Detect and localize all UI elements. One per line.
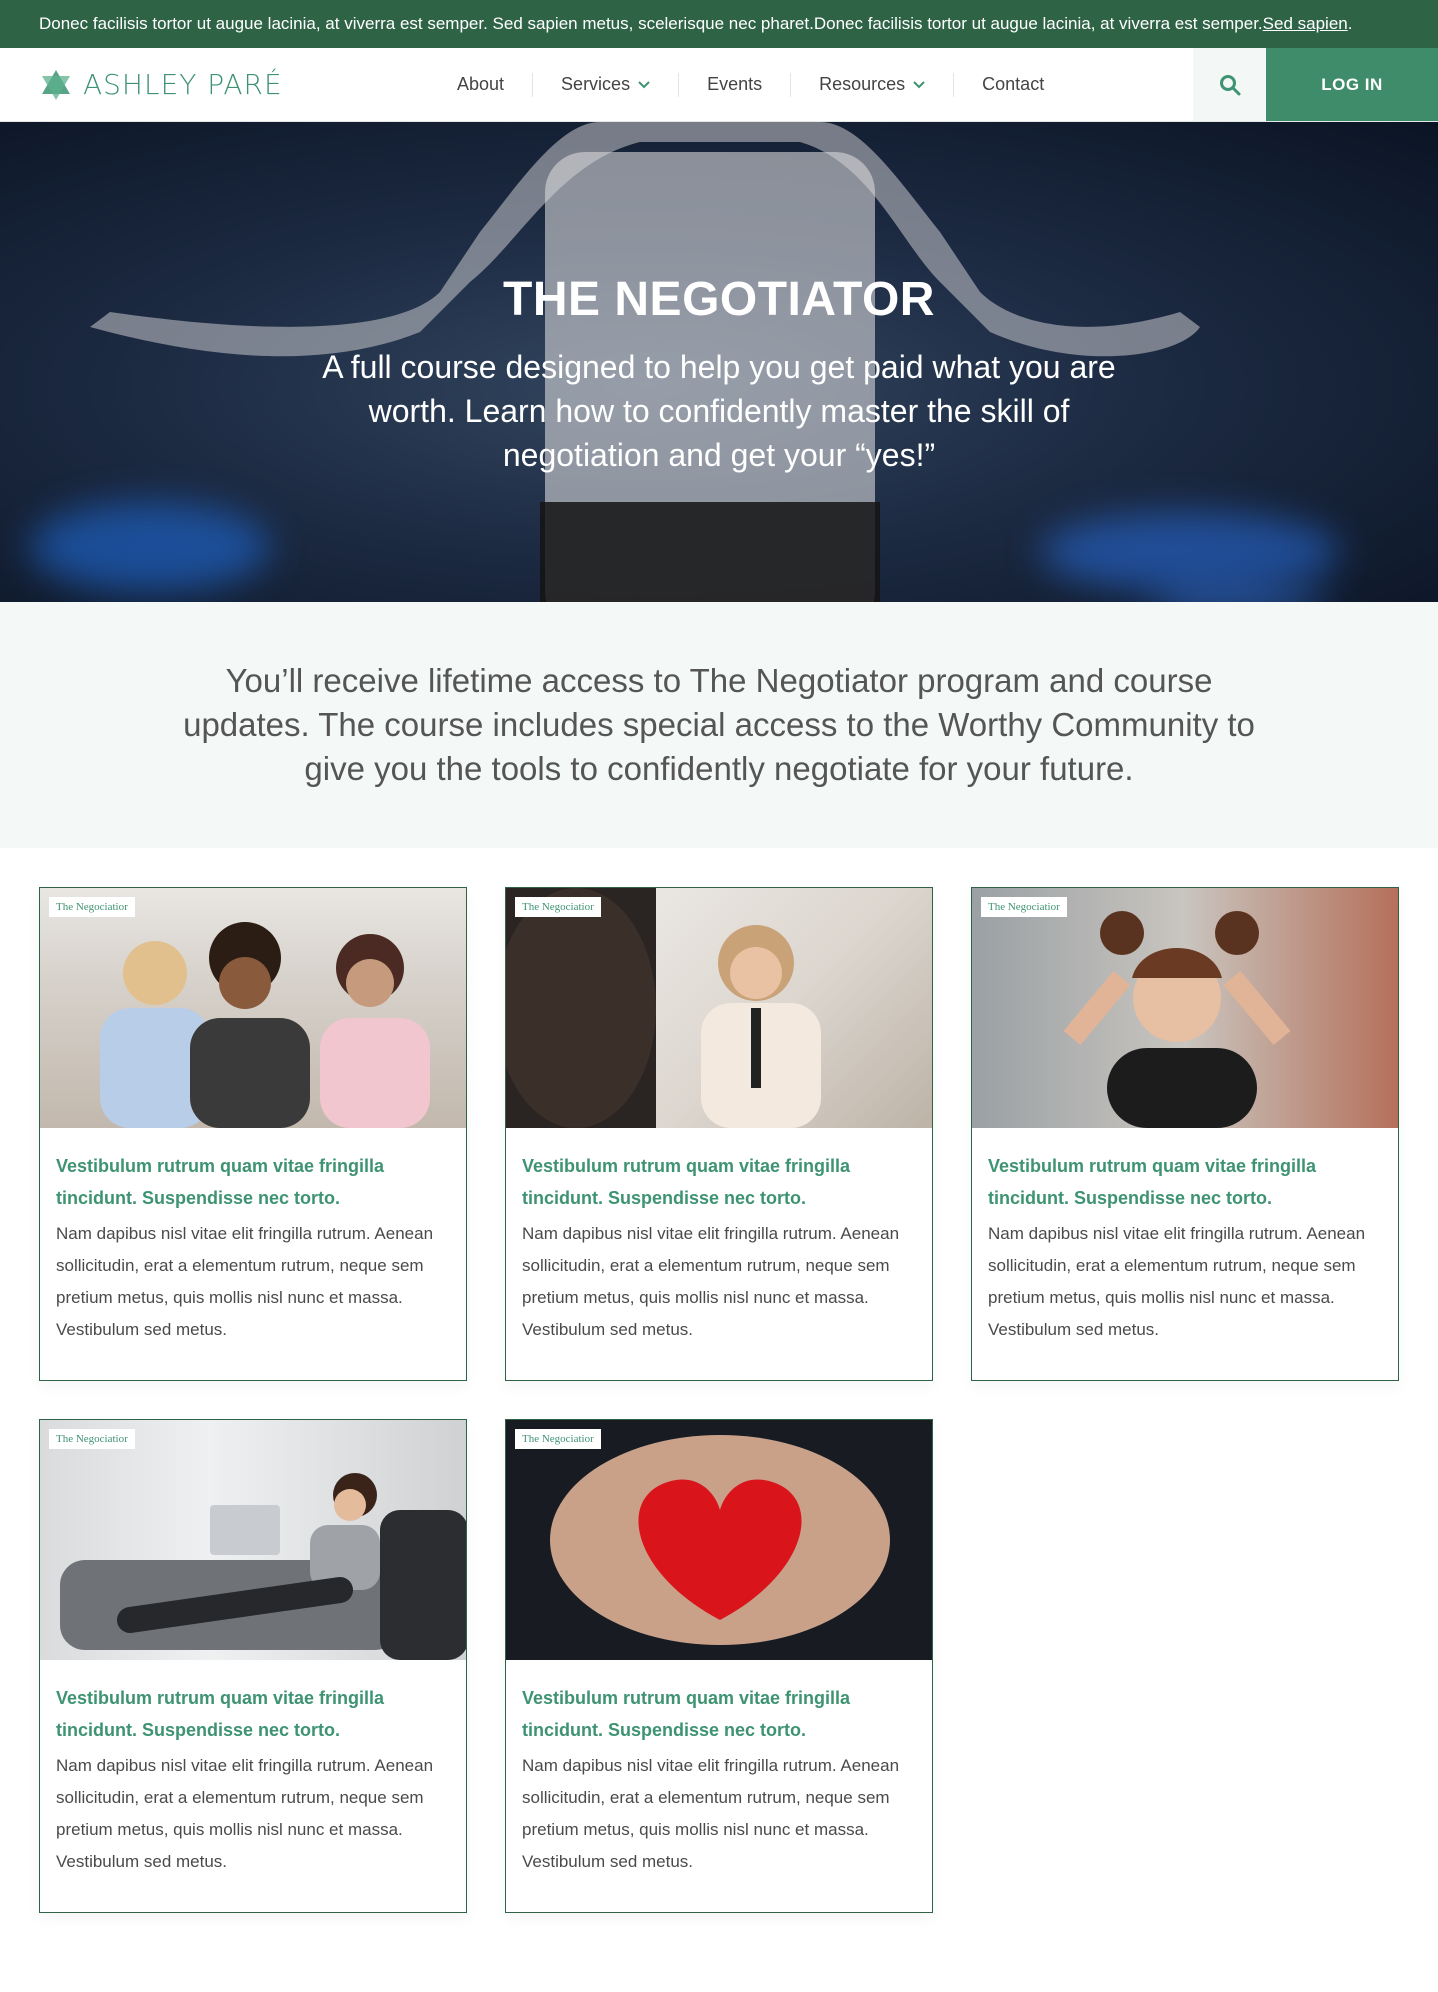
chevron-down-icon xyxy=(638,80,650,89)
course-card[interactable]: The Negociatior Vestibulum rutrum quam v… xyxy=(505,887,933,1381)
course-card[interactable]: The Negociatior Vestibulum rutrum quam v… xyxy=(39,887,467,1381)
card-title[interactable]: Vestibulum rutrum quam vitae fringilla t… xyxy=(522,1682,916,1746)
menu: About Services Events Resources Contact xyxy=(429,72,1072,97)
nav-about[interactable]: About xyxy=(429,72,534,97)
card-image-smiling-woman: The Negociatior xyxy=(972,888,1398,1128)
intro-text: You’ll receive lifetime access to The Ne… xyxy=(183,662,1255,787)
card-title[interactable]: Vestibulum rutrum quam vitae fringilla t… xyxy=(56,1682,450,1746)
hero-banner: THE NEGOTIATOR A full course designed to… xyxy=(0,122,1438,602)
logo-text: ASHLEY PARÉ xyxy=(83,68,283,101)
card-title[interactable]: Vestibulum rutrum quam vitae fringilla t… xyxy=(522,1150,916,1214)
nav-contact-label: Contact xyxy=(982,74,1045,94)
nav-contact[interactable]: Contact xyxy=(954,73,1072,97)
card-image-conversation: The Negociatior xyxy=(506,888,932,1128)
main-navigation: ASHLEY PARÉ About Services Events Resour… xyxy=(0,48,1438,122)
nav-resources[interactable]: Resources xyxy=(791,72,955,97)
announcement-link[interactable]: Sed sapien xyxy=(1263,14,1348,34)
hero-title: THE NEGOTIATOR xyxy=(503,273,935,326)
intro-section: You’ll receive lifetime access to The Ne… xyxy=(0,602,1438,848)
nav-events[interactable]: Events xyxy=(679,72,792,97)
card-text: Nam dapibus nisl vitae elit fringilla ru… xyxy=(522,1224,900,1339)
announcement-bar: Donec facilisis tortor ut augue lacinia,… xyxy=(0,0,1438,48)
card-text: Nam dapibus nisl vitae elit fringilla ru… xyxy=(988,1224,1366,1339)
announcement-trail: . xyxy=(1347,14,1353,33)
nav-about-label: About xyxy=(457,74,505,94)
card-tag: The Negociatior xyxy=(981,897,1067,917)
nav-events-label: Events xyxy=(707,74,763,94)
hero-subtitle: A full course designed to help you get p… xyxy=(322,349,1116,473)
card-text: Nam dapibus nisl vitae elit fringilla ru… xyxy=(56,1756,434,1871)
card-tag: The Negociatior xyxy=(515,897,601,917)
card-tag: The Negociatior xyxy=(49,1429,135,1449)
search-icon xyxy=(1219,74,1240,95)
card-image-women-group: The Negociatior xyxy=(40,888,466,1128)
star-logo-icon xyxy=(42,69,70,100)
hero-content: THE NEGOTIATOR A full course designed to… xyxy=(0,272,1438,477)
card-title[interactable]: Vestibulum rutrum quam vitae fringilla t… xyxy=(988,1150,1382,1214)
nav-services-label: Services xyxy=(561,74,631,94)
card-text: Nam dapibus nisl vitae elit fringilla ru… xyxy=(522,1756,900,1871)
course-card[interactable]: The Negociatior Vestibulum rutrum quam v… xyxy=(39,1419,467,1913)
course-card[interactable]: The Negociatior Vestibulum rutrum quam v… xyxy=(971,887,1399,1381)
card-image-painted-hands: The Negociatior xyxy=(506,1420,932,1660)
nav-resources-label: Resources xyxy=(819,74,906,94)
card-text: Nam dapibus nisl vitae elit fringilla ru… xyxy=(56,1224,434,1339)
card-title[interactable]: Vestibulum rutrum quam vitae fringilla t… xyxy=(56,1150,450,1214)
card-image-laptop-sofa: The Negociatior xyxy=(40,1420,466,1660)
logo[interactable]: ASHLEY PARÉ xyxy=(39,68,359,102)
announcement-text: Donec facilisis tortor ut augue lacinia,… xyxy=(39,14,1263,33)
login-button[interactable]: LOG IN xyxy=(1266,48,1438,121)
chevron-down-icon xyxy=(913,80,925,89)
card-tag: The Negociatior xyxy=(515,1429,601,1449)
card-tag: The Negociatior xyxy=(49,897,135,917)
course-card[interactable]: The Negociatior Vestibulum rutrum quam v… xyxy=(505,1419,933,1913)
search-button[interactable] xyxy=(1193,48,1266,121)
nav-services[interactable]: Services xyxy=(533,72,680,97)
